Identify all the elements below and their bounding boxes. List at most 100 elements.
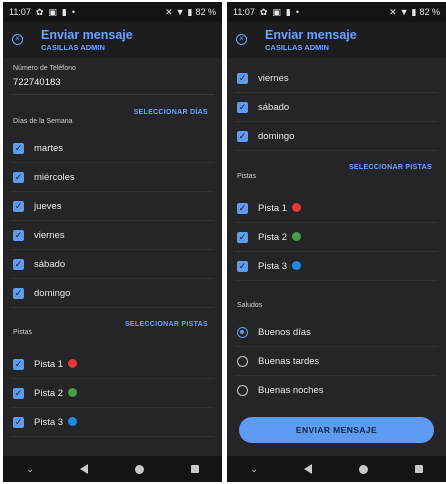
greetings-label: Saludos — [237, 302, 263, 309]
checkbox-checked-icon[interactable]: ✓ — [13, 230, 24, 241]
mute-icon: ✕ — [165, 6, 173, 17]
red-circle-icon — [68, 359, 78, 368]
select-tracks-button[interactable]: SELECCIONAR PISTAS — [349, 164, 432, 171]
nav-bar: ⌄ — [227, 456, 446, 482]
track-row-1[interactable]: ✓ Pista 1 — [227, 194, 446, 223]
status-bar: 11:07 ✿ ▣ ▮ • ✕ ▼ ▮ 82 % — [227, 2, 446, 22]
day-row-sabado[interactable]: ✓ sábado — [227, 93, 446, 122]
track-row-3[interactable]: ✓ Pista 3 — [3, 408, 222, 437]
chevron-down-icon[interactable]: ⌄ — [250, 464, 258, 475]
day-label: martes — [34, 143, 64, 154]
day-label: miércoles — [34, 172, 75, 183]
checkbox-checked-icon[interactable]: ✓ — [13, 388, 24, 399]
greeting-row-buenas-noches[interactable]: Buenas noches — [227, 376, 446, 405]
page-title: Enviar mensaje — [41, 28, 133, 42]
radio-icon[interactable] — [237, 356, 248, 367]
day-label: domingo — [34, 288, 71, 299]
day-label: jueves — [34, 201, 62, 212]
greeting-label: Buenos días — [258, 327, 311, 338]
home-icon[interactable] — [359, 464, 369, 474]
greeting-label: Buenas tardes — [258, 356, 320, 367]
page-subtitle: CASILLAS ADMIN — [265, 43, 329, 52]
checkbox-checked-icon[interactable]: ✓ — [13, 201, 24, 212]
checkbox-checked-icon[interactable]: ✓ — [237, 261, 248, 272]
radio-selected-icon[interactable] — [237, 327, 248, 338]
phone-input[interactable]: 722740183 — [13, 77, 61, 88]
gear-icon: ✿ — [259, 6, 268, 17]
day-row-viernes[interactable]: ✓ viernes — [3, 221, 222, 250]
wifi-icon: ▼ — [175, 7, 185, 17]
wifi-icon: ▼ — [399, 7, 409, 17]
radio-icon[interactable] — [237, 385, 248, 396]
battery-level: 82 % — [419, 7, 440, 17]
close-icon[interactable]: × — [12, 34, 23, 45]
form-content[interactable]: ✓ viernes ✓ sábado ✓ domingo SELECCIONAR… — [227, 58, 446, 456]
page-subtitle: CASILLAS ADMIN — [41, 43, 105, 52]
close-icon[interactable]: × — [236, 34, 247, 45]
day-label: viernes — [258, 73, 289, 84]
day-row-martes[interactable]: ✓ martes — [3, 134, 222, 163]
day-label: sábado — [258, 102, 290, 113]
app-bar: × Enviar mensaje CASILLAS ADMIN — [3, 22, 222, 58]
checkbox-checked-icon[interactable]: ✓ — [237, 102, 248, 113]
dot-icon: • — [71, 7, 76, 17]
track-row-2[interactable]: ✓ Pista 2 — [3, 379, 222, 408]
status-time: 11:07 — [9, 7, 31, 17]
person-icon: ▮ — [285, 6, 291, 17]
phone-label: Número de Teléfono — [13, 65, 76, 72]
track-row-2[interactable]: ✓ Pista 2 — [227, 223, 446, 252]
day-row-sabado[interactable]: ✓ sábado — [3, 250, 222, 279]
checkbox-checked-icon[interactable]: ✓ — [13, 259, 24, 270]
blue-circle-icon — [68, 417, 78, 426]
checkbox-checked-icon[interactable]: ✓ — [13, 417, 24, 428]
track-row-1[interactable]: ✓ Pista 1 — [3, 350, 222, 379]
chevron-down-icon[interactable]: ⌄ — [26, 464, 34, 475]
checkbox-checked-icon[interactable]: ✓ — [13, 359, 24, 370]
dot-icon: • — [295, 7, 300, 17]
status-time: 11:07 — [233, 7, 255, 17]
battery-icon: ▮ — [411, 6, 417, 17]
checkbox-checked-icon[interactable]: ✓ — [13, 143, 24, 154]
select-tracks-button[interactable]: SELECCIONAR PISTAS — [125, 321, 208, 328]
person-icon: ▮ — [61, 6, 67, 17]
greeting-row-buenos-dias[interactable]: Buenos días — [227, 318, 446, 347]
checkbox-checked-icon[interactable]: ✓ — [13, 172, 24, 183]
recents-icon[interactable] — [414, 465, 423, 473]
checkbox-checked-icon[interactable]: ✓ — [13, 288, 24, 299]
gallery-icon: ▣ — [272, 6, 281, 17]
checkbox-checked-icon[interactable]: ✓ — [237, 131, 248, 142]
track-label: Pista 1 — [258, 203, 288, 214]
checkbox-checked-icon[interactable]: ✓ — [237, 73, 248, 84]
greeting-label: Buenas noches — [258, 385, 324, 396]
send-message-button[interactable]: ENVIAR MENSAJE — [239, 417, 434, 443]
days-label: Días de la Semana — [13, 118, 73, 125]
recents-icon[interactable] — [190, 465, 199, 473]
divider — [11, 94, 214, 95]
form-content[interactable]: Número de Teléfono 722740183 SELECCIONAR… — [3, 58, 222, 456]
track-label: Pista 2 — [34, 388, 64, 399]
track-label: Pista 2 — [258, 232, 288, 243]
home-icon[interactable] — [135, 464, 145, 474]
select-days-button[interactable]: SELECCIONAR DÍAS — [134, 109, 208, 116]
app-bar: × Enviar mensaje CASILLAS ADMIN — [227, 22, 446, 58]
checkbox-checked-icon[interactable]: ✓ — [237, 203, 248, 214]
phone-screen-right: 11:07 ✿ ▣ ▮ • ✕ ▼ ▮ 82 % × Enviar mensaj… — [227, 2, 446, 482]
day-row-viernes[interactable]: ✓ viernes — [227, 64, 446, 93]
blue-circle-icon — [292, 261, 302, 270]
gear-icon: ✿ — [35, 6, 44, 17]
day-row-jueves[interactable]: ✓ jueves — [3, 192, 222, 221]
day-row-miercoles[interactable]: ✓ miércoles — [3, 163, 222, 192]
day-row-domingo[interactable]: ✓ domingo — [227, 122, 446, 151]
checkbox-checked-icon[interactable]: ✓ — [237, 232, 248, 243]
phone-screen-left: 11:07 ✿ ▣ ▮ • ✕ ▼ ▮ 82 % × Enviar mensaj… — [3, 2, 222, 482]
track-row-3[interactable]: ✓ Pista 3 — [227, 252, 446, 281]
tracks-label: Pistas — [13, 329, 33, 336]
green-circle-icon — [292, 232, 302, 241]
back-icon[interactable] — [80, 464, 89, 474]
day-label: sábado — [34, 259, 66, 270]
greeting-row-buenas-tardes[interactable]: Buenas tardes — [227, 347, 446, 376]
day-row-domingo[interactable]: ✓ domingo — [3, 279, 222, 308]
back-icon[interactable] — [304, 464, 313, 474]
red-circle-icon — [292, 203, 302, 212]
mute-icon: ✕ — [389, 6, 397, 17]
